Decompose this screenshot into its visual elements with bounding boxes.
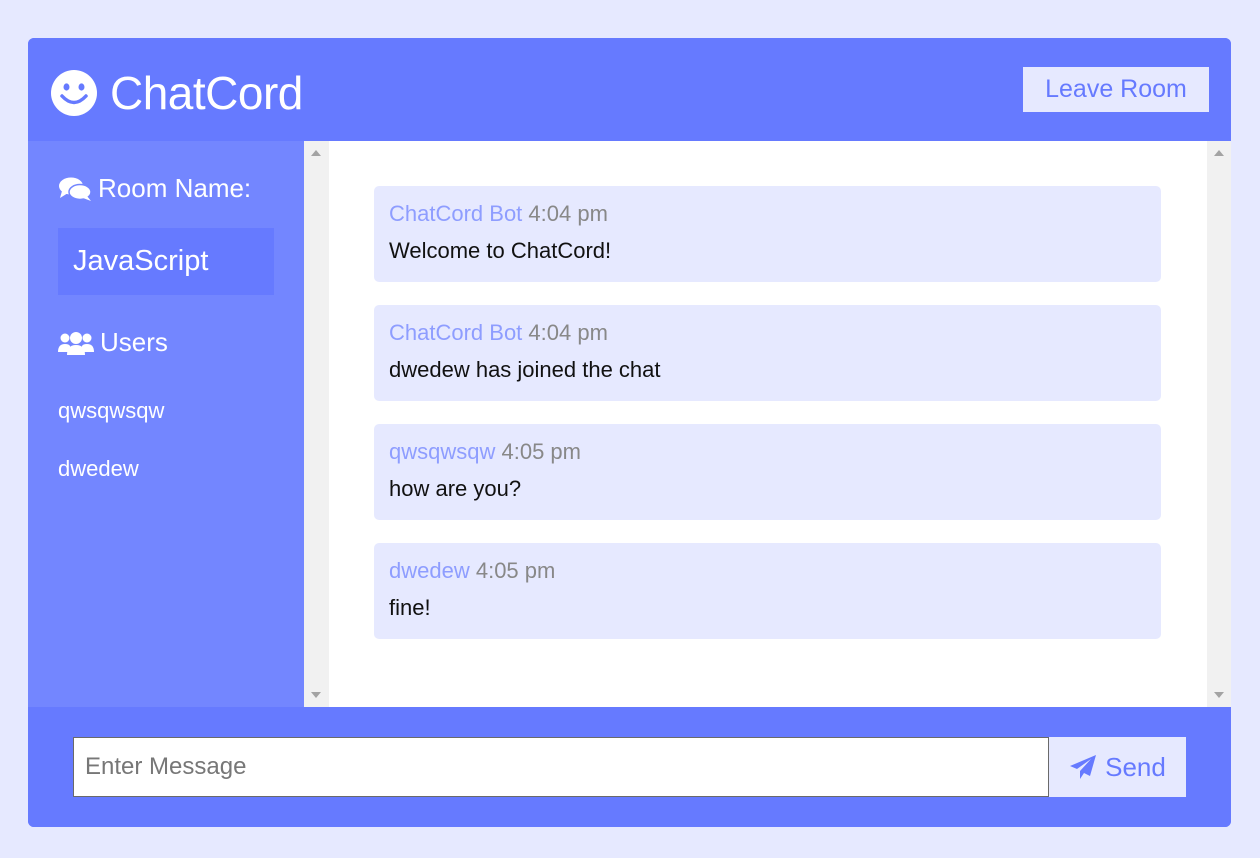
- message-time: 4:04 pm: [528, 320, 608, 345]
- room-heading: Room Name:: [58, 173, 251, 204]
- message-text: how are you?: [389, 476, 522, 501]
- message-time: 4:05 pm: [501, 439, 582, 464]
- comments-icon: [59, 177, 92, 201]
- message-input[interactable]: [73, 737, 1049, 797]
- message-meta: dwedew 4:05 pm: [389, 558, 1146, 584]
- scroll-up-arrow-icon[interactable]: [311, 150, 321, 156]
- message-time: 4:04 pm: [528, 201, 608, 226]
- logo-text: ChatCord: [110, 67, 303, 119]
- send-label: Send: [1105, 751, 1166, 782]
- message: dwedew 4:05 pm fine!: [374, 543, 1161, 639]
- users-heading: Users: [58, 327, 168, 358]
- scroll-up-arrow-icon[interactable]: [1214, 150, 1224, 156]
- users-icon: [58, 331, 94, 355]
- smile-icon: [51, 70, 97, 116]
- room-heading-label: Room Name:: [98, 173, 252, 203]
- message-author: qwsqwsqw: [389, 439, 496, 464]
- message-text: fine!: [389, 595, 431, 620]
- message-author: dwedew: [389, 558, 470, 583]
- message-text: dwedew has joined the chat: [389, 357, 661, 382]
- message-meta: ChatCord Bot 4:04 pm: [389, 320, 1146, 346]
- chat-app: ChatCord Leave Room Room Name: JavaScrip…: [28, 38, 1231, 827]
- user-item: dwedew: [58, 456, 139, 481]
- paper-plane-icon: [1070, 755, 1097, 779]
- scrollbar-left[interactable]: [304, 141, 329, 707]
- message-time: 4:05 pm: [475, 558, 556, 583]
- sidebar: Room Name: JavaScript Users qwsqwsqw dwe…: [28, 141, 304, 707]
- chat-messages[interactable]: ChatCord Bot 4:04 pm Welcome to ChatCord…: [304, 141, 1231, 707]
- user-item: qwsqwsqw: [58, 398, 165, 423]
- message-author: ChatCord Bot: [389, 320, 523, 345]
- message-text: Welcome to ChatCord!: [389, 238, 612, 263]
- logo: ChatCord: [50, 66, 303, 120]
- message: qwsqwsqw 4:05 pm how are you?: [374, 424, 1161, 520]
- scrollbar-right[interactable]: [1207, 141, 1231, 707]
- scroll-down-arrow-icon[interactable]: [311, 692, 321, 698]
- message-meta: ChatCord Bot 4:04 pm: [389, 201, 1146, 227]
- chat-form: Send: [28, 707, 1231, 827]
- message: ChatCord Bot 4:04 pm Welcome to ChatCord…: [374, 186, 1161, 282]
- chat-header: ChatCord Leave Room: [28, 38, 1231, 141]
- leave-room-button[interactable]: Leave Room: [1023, 67, 1209, 112]
- users-heading-label: Users: [100, 327, 168, 357]
- room-name: JavaScript: [58, 228, 274, 295]
- scroll-down-arrow-icon[interactable]: [1214, 692, 1224, 698]
- message-author: ChatCord Bot: [389, 201, 523, 226]
- message-meta: qwsqwsqw 4:05 pm: [389, 439, 1146, 465]
- message: ChatCord Bot 4:04 pm dwedew has joined t…: [374, 305, 1161, 401]
- send-button[interactable]: Send: [1049, 737, 1186, 797]
